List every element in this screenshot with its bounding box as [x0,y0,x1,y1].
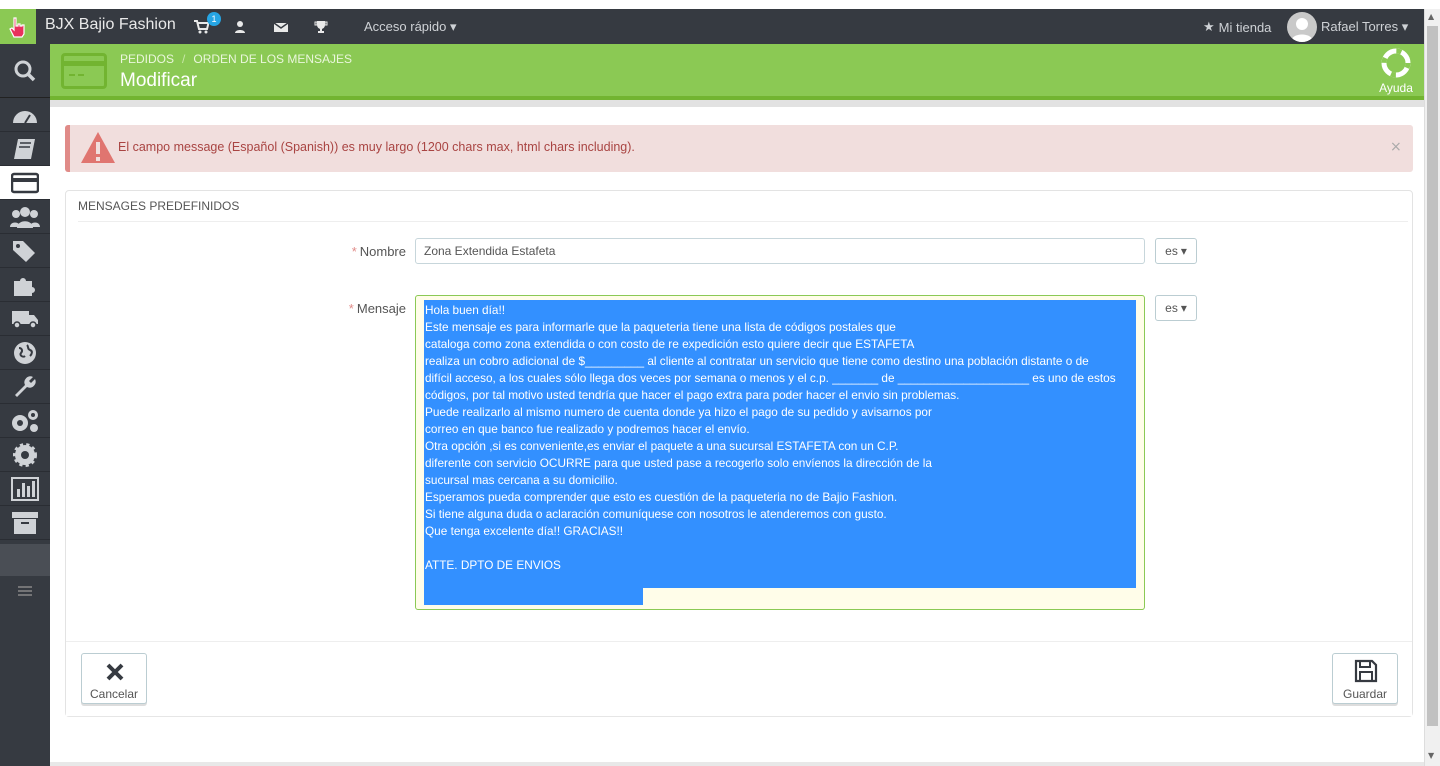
caret-down-icon: ▾ [1401,19,1409,34]
shop-name[interactable]: BJX Bajio Fashion [45,16,176,34]
sidebar-item-stats[interactable] [0,472,50,506]
caret-down-icon: ▾ [1180,301,1187,315]
sidebar [0,44,50,766]
page-title: Modificar [120,70,198,91]
cancel-label: Cancelar [89,687,139,701]
close-icon [106,663,124,681]
credit-card-icon [61,53,107,89]
chart-icon [11,476,39,501]
required-mark: * [348,301,354,316]
sidebar-item-preferences[interactable] [0,370,50,404]
breadcrumb: PEDIDOS / ORDEN DE LOS MENSAJES [120,52,353,66]
page-header: PEDIDOS / ORDEN DE LOS MENSAJES Modificar … [50,44,1424,100]
sidebar-item-catalog[interactable] [0,132,50,166]
scrollbar-thumb[interactable] [1427,26,1438,726]
puzzle-icon [14,277,35,296]
sidebar-item-stock[interactable] [0,506,50,540]
menu-icon [18,586,32,596]
wrench-icon [15,375,36,397]
avatar[interactable] [1287,12,1317,42]
message-label: * Mensaje [348,301,406,316]
my-store-link[interactable]: ★ Mi tienda [1203,19,1271,35]
help-button[interactable]: Ayuda [1374,48,1418,95]
user-menu[interactable]: Rafael Torres ▾ [1321,19,1408,35]
dashboard-icon [13,110,37,124]
globe-icon [14,341,36,364]
text-selection [424,588,643,605]
sidebar-item-advanced[interactable] [0,404,50,438]
name-label: * Nombre [351,244,406,259]
breadcrumb-item-pedidos[interactable]: PEDIDOS [120,52,174,66]
page-bottom-edge [50,762,1424,766]
panel-footer: Cancelar Guardar [66,641,1412,716]
vertical-scrollbar[interactable]: ▲ ▼ [1424,9,1440,766]
save-label: Guardar [1342,687,1388,701]
lifebuoy-icon [1381,48,1411,78]
close-icon[interactable]: × [1390,139,1402,155]
star-icon: ★ [1203,19,1215,34]
message-language-dropdown[interactable]: es ▾ [1155,295,1197,321]
sidebar-item-modules[interactable] [0,268,50,302]
sidebar-item-orders[interactable] [0,166,50,200]
credit-card-icon [11,172,39,193]
name-language-value: es [1165,244,1178,258]
name-language-dropdown[interactable]: es ▾ [1155,238,1197,264]
sidebar-item-customers[interactable] [0,200,50,234]
envelope-icon[interactable] [273,19,289,35]
quick-access-menu[interactable]: Acceso rápido ▾ [364,19,457,35]
top-navbar: BJX Bajio Fashion 1 Acceso rápido ▾ ★ Mi … [0,0,1424,44]
cart-badge: 1 [207,12,221,26]
gear-icon [13,442,37,467]
truck-icon [12,310,38,329]
sidebar-collapse[interactable] [0,576,50,606]
warning-icon [81,132,115,163]
message-textarea[interactable]: Hola buen día!! Este mensaje es para inf… [415,295,1145,610]
required-mark: * [351,244,357,259]
logo[interactable] [0,9,36,44]
pointer-hand-icon [9,16,25,38]
name-field[interactable] [415,238,1145,264]
message-language-value: es [1165,301,1178,315]
save-icon [1354,659,1378,683]
my-store-label: Mi tienda [1218,19,1272,35]
scroll-up-arrow[interactable]: ▲ [1428,12,1434,21]
panel-heading: MENSAGES PREDEFINIDOS [78,199,1408,222]
save-button[interactable]: Guardar [1332,653,1398,704]
header-divider [50,100,1424,107]
caret-down-icon: ▾ [450,19,457,34]
alert-message: El campo message (Español (Spanish)) es … [118,140,635,154]
sidebar-item-shipping[interactable] [0,302,50,336]
quick-access-label: Acceso rápido [364,19,447,34]
sidebar-item-price-rules[interactable] [0,234,50,268]
user-icon[interactable] [232,19,248,35]
sidebar-search[interactable] [0,44,50,98]
sidebar-item-administration[interactable] [0,438,50,472]
sidebar-lower-band [0,544,50,576]
cogs-icon [12,409,38,432]
trophy-icon[interactable] [313,19,329,35]
message-text: Hola buen día!! Este mensaje es para inf… [425,303,1116,572]
search-icon [14,60,36,81]
cancel-button[interactable]: Cancelar [81,653,147,704]
error-alert: El campo message (Español (Spanish)) es … [65,125,1413,172]
predefined-messages-panel: MENSAGES PREDEFINIDOS *Nombre es▾ *Mensa… [65,190,1413,716]
help-label: Ayuda [1379,81,1413,95]
user-name: Rafael Torres [1321,19,1399,34]
breadcrumb-item-orden-mensajes[interactable]: ORDEN DE LOS MENSAJES [193,52,352,66]
sidebar-item-localization[interactable] [0,336,50,370]
archive-icon [12,511,38,534]
caret-down-icon: ▾ [1180,244,1187,258]
users-icon [10,206,40,228]
book-icon [14,138,35,159]
sidebar-item-dashboard[interactable] [0,98,50,132]
scroll-down-arrow[interactable]: ▼ [1428,751,1434,760]
tags-icon [13,240,35,262]
